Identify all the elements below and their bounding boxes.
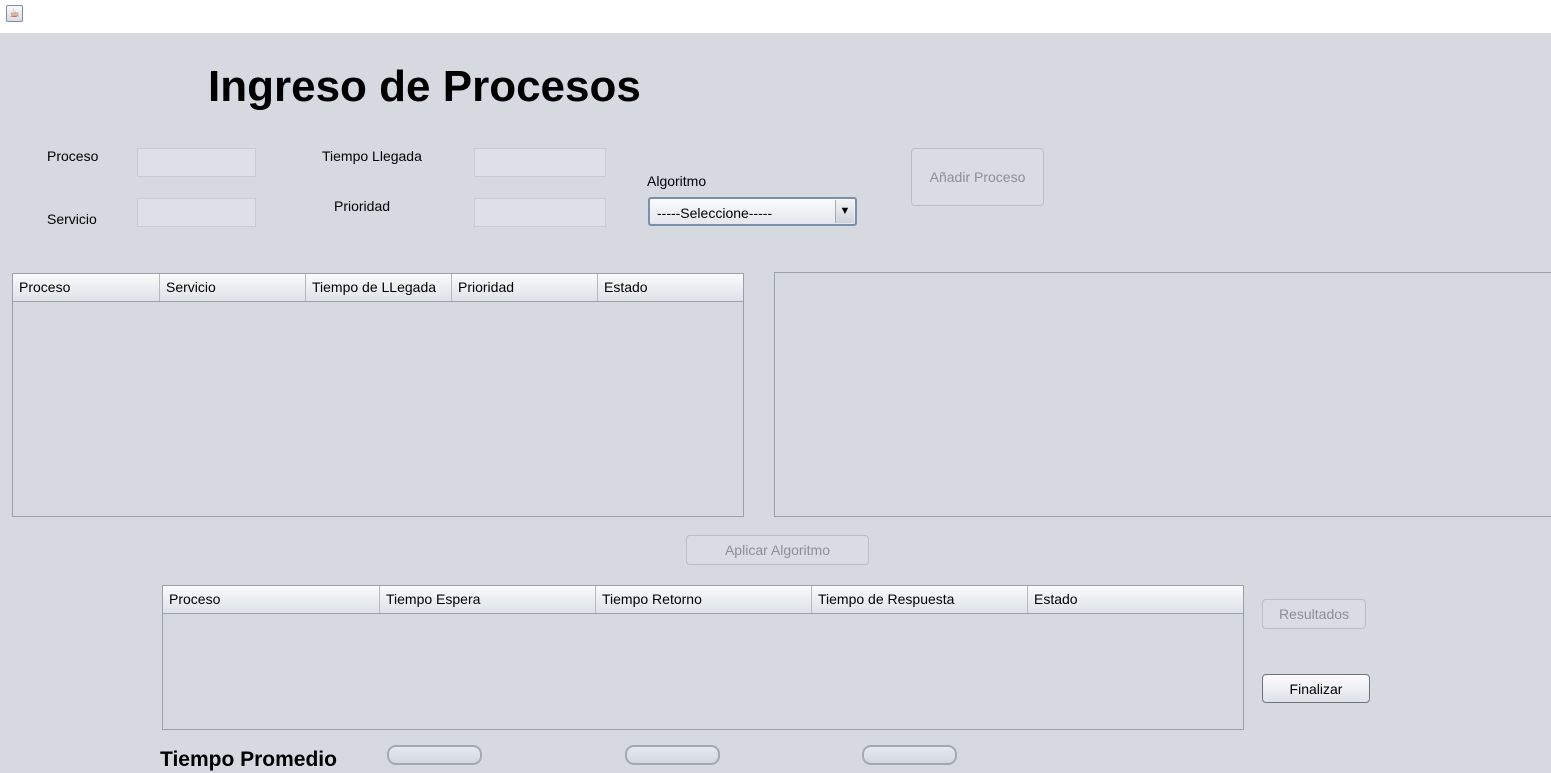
apply-algorithm-button[interactable]: Aplicar Algoritmo [686,535,869,565]
column-header-tiempo-llegada[interactable]: Tiempo de LLegada [306,274,452,301]
tiempo-llegada-label: Tiempo Llegada [322,148,422,164]
algoritmo-label: Algoritmo [647,173,707,189]
average-wait-time-field[interactable] [387,745,482,765]
page-title: Ingreso de Procesos [208,62,641,111]
proceso-label: Proceso [47,148,99,164]
window-title-bar: ☕ [0,0,1551,33]
java-icon[interactable]: ☕ [6,5,23,22]
column-header-estado[interactable]: Estado [598,274,743,301]
algorithm-output-panel [774,272,1551,517]
add-process-button[interactable]: Añadir Proceso [911,148,1044,206]
column-header-proceso[interactable]: Proceso [13,274,160,301]
column-header-tiempo-retorno[interactable]: Tiempo Retorno [596,586,812,613]
average-time-label: Tiempo Promedio [160,748,337,771]
processes-table-header: Proceso Servicio Tiempo de LLegada Prior… [13,274,743,302]
results-table[interactable]: Proceso Tiempo Espera Tiempo Retorno Tie… [162,585,1244,730]
average-return-time-field[interactable] [625,745,720,765]
algoritmo-select[interactable]: -----Seleccione----- ▼ [648,197,857,226]
results-button[interactable]: Resultados [1262,599,1366,629]
algoritmo-selected-value: -----Seleccione----- [657,205,773,221]
column-header-prioridad[interactable]: Prioridad [452,274,598,301]
prioridad-input[interactable] [474,198,606,227]
tiempo-llegada-input[interactable] [474,148,606,177]
servicio-input[interactable] [137,198,256,227]
column-header-servicio[interactable]: Servicio [160,274,306,301]
servicio-label: Servicio [47,211,97,227]
column-header-estado[interactable]: Estado [1028,586,1243,613]
finish-button[interactable]: Finalizar [1262,674,1370,703]
column-header-tiempo-espera[interactable]: Tiempo Espera [380,586,596,613]
processes-table[interactable]: Proceso Servicio Tiempo de LLegada Prior… [12,273,744,517]
results-table-header: Proceso Tiempo Espera Tiempo Retorno Tie… [163,586,1243,614]
column-header-proceso[interactable]: Proceso [163,586,380,613]
chevron-down-icon[interactable]: ▼ [835,200,854,223]
average-response-time-field[interactable] [862,745,957,765]
proceso-input[interactable] [137,148,256,177]
column-header-tiempo-respuesta[interactable]: Tiempo de Respuesta [812,586,1028,613]
prioridad-label: Prioridad [334,198,391,214]
